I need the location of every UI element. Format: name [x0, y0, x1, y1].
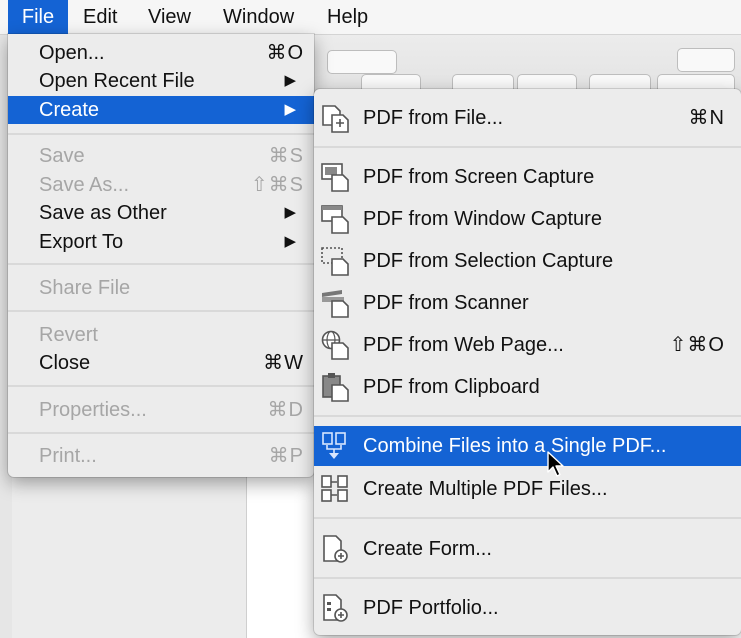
clipboard-icon — [322, 373, 349, 402]
file-menu: Open... ⌘O Open Recent File ▶ Create ▶ S… — [8, 34, 314, 477]
shortcut-label: ⇧⌘S — [250, 174, 304, 196]
window-capture-icon — [321, 205, 349, 234]
menu-item-label: Close — [39, 352, 91, 374]
menu-item-label: Save — [39, 145, 85, 167]
menu-separator — [8, 310, 314, 312]
submenu-arrow-icon: ▶ — [284, 233, 296, 250]
menu-item-create[interactable]: Create ▶ — [8, 96, 314, 124]
menu-item-label: PDF from File... — [363, 107, 504, 129]
form-icon — [323, 535, 348, 563]
shortcut-label: ⌘S — [268, 145, 304, 167]
menu-bar: File Edit View Window Help — [0, 0, 741, 35]
menu-item-pdf-portfolio[interactable]: PDF Portfolio... — [314, 588, 741, 628]
menu-item-revert[interactable]: Revert — [8, 321, 314, 349]
menu-item-label: Share File — [39, 277, 131, 299]
menu-item-close[interactable]: Close ⌘W — [8, 349, 314, 377]
toolbar-button[interactable] — [677, 48, 735, 72]
menu-item-label: PDF from Web Page... — [363, 334, 564, 356]
menu-separator — [314, 577, 741, 579]
menu-item-pdf-from-web-page[interactable]: PDF from Web Page... ⇧⌘O — [314, 325, 741, 365]
multiple-files-icon — [321, 475, 348, 502]
menubar-edit[interactable]: Edit — [83, 0, 117, 34]
shortcut-label: ⌘O — [266, 42, 304, 64]
shortcut-label: ⌘W — [263, 352, 304, 374]
menu-item-label: PDF Portfolio... — [363, 597, 499, 619]
shortcut-label: ⌘D — [267, 399, 304, 421]
menu-item-pdf-from-clipboard[interactable]: PDF from Clipboard — [314, 367, 741, 407]
shortcut-label: ⇧⌘O — [669, 334, 725, 356]
menu-item-properties[interactable]: Properties... ⌘D — [8, 396, 314, 424]
menu-item-label: Create Multiple PDF Files... — [363, 478, 608, 500]
menu-item-label: Create Form... — [363, 538, 492, 560]
menu-item-label: Revert — [39, 324, 98, 346]
menu-separator — [8, 432, 314, 434]
menu-item-save-as[interactable]: Save As... ⇧⌘S — [8, 171, 314, 199]
menu-item-create-multiple-pdf[interactable]: Create Multiple PDF Files... — [314, 469, 741, 509]
menubar-help[interactable]: Help — [327, 0, 368, 34]
submenu-arrow-icon: ▶ — [284, 204, 296, 221]
menu-item-combine-files[interactable]: Combine Files into a Single PDF... — [314, 426, 741, 466]
menu-item-pdf-from-scanner[interactable]: PDF from Scanner — [314, 283, 741, 323]
menu-item-open[interactable]: Open... ⌘O — [8, 39, 314, 67]
shortcut-label: ⌘P — [268, 445, 304, 467]
menu-item-pdf-from-window-capture[interactable]: PDF from Window Capture — [314, 199, 741, 239]
menu-item-save[interactable]: Save ⌘S — [8, 142, 314, 170]
menu-item-export-to[interactable]: Export To ▶ — [8, 228, 314, 256]
menu-item-label: PDF from Window Capture — [363, 208, 602, 230]
menu-item-print[interactable]: Print... ⌘P — [8, 442, 314, 470]
menu-separator — [8, 263, 314, 265]
shortcut-label: ⌘N — [688, 107, 725, 129]
menu-item-pdf-from-selection-capture[interactable]: PDF from Selection Capture — [314, 241, 741, 281]
submenu-arrow-icon: ▶ — [284, 101, 296, 118]
menu-item-pdf-from-file[interactable]: PDF from File... ⌘N — [314, 98, 741, 138]
portfolio-icon — [323, 594, 348, 622]
menu-separator — [8, 133, 314, 135]
menu-item-save-as-other[interactable]: Save as Other ▶ — [8, 199, 314, 227]
selection-capture-icon — [321, 247, 349, 276]
menu-item-label: Save As... — [39, 174, 130, 196]
menu-item-label: PDF from Scanner — [363, 292, 529, 314]
screen-capture-icon — [321, 163, 349, 192]
menu-item-pdf-from-screen-capture[interactable]: PDF from Screen Capture — [314, 157, 741, 197]
submenu-arrow-icon: ▶ — [284, 72, 296, 89]
menu-separator — [8, 385, 314, 387]
menubar-file[interactable]: File — [8, 0, 68, 34]
toolbar-tab[interactable] — [327, 50, 397, 74]
file-icon — [322, 105, 349, 133]
menu-item-label: Combine Files into a Single PDF... — [363, 435, 667, 457]
menu-item-open-recent[interactable]: Open Recent File ▶ — [8, 67, 314, 95]
menu-item-label: Open... — [39, 42, 105, 64]
create-submenu: PDF from File... ⌘N PDF from Screen Capt… — [314, 89, 741, 635]
menu-item-label: Save as Other — [39, 202, 167, 224]
menu-item-label: PDF from Clipboard — [363, 376, 540, 398]
menubar-view[interactable]: View — [148, 0, 191, 34]
combine-icon — [322, 432, 346, 459]
menu-item-label: Print... — [39, 445, 97, 467]
menu-item-label: Create — [39, 99, 100, 121]
menu-separator — [314, 415, 741, 417]
menu-item-create-form[interactable]: Create Form... — [314, 529, 741, 569]
menu-separator — [314, 517, 741, 519]
menu-item-label: Export To — [39, 231, 124, 253]
menubar-window[interactable]: Window — [223, 0, 294, 34]
menu-item-label: PDF from Selection Capture — [363, 250, 614, 272]
mouse-pointer-icon — [547, 451, 564, 477]
menu-item-share-file[interactable]: Share File — [8, 274, 314, 302]
globe-icon — [321, 330, 349, 360]
menu-item-label: Open Recent File — [39, 70, 195, 92]
scanner-icon — [322, 290, 349, 318]
menu-item-label: PDF from Screen Capture — [363, 166, 595, 188]
menu-separator — [314, 146, 741, 148]
menu-item-label: Properties... — [39, 399, 147, 421]
